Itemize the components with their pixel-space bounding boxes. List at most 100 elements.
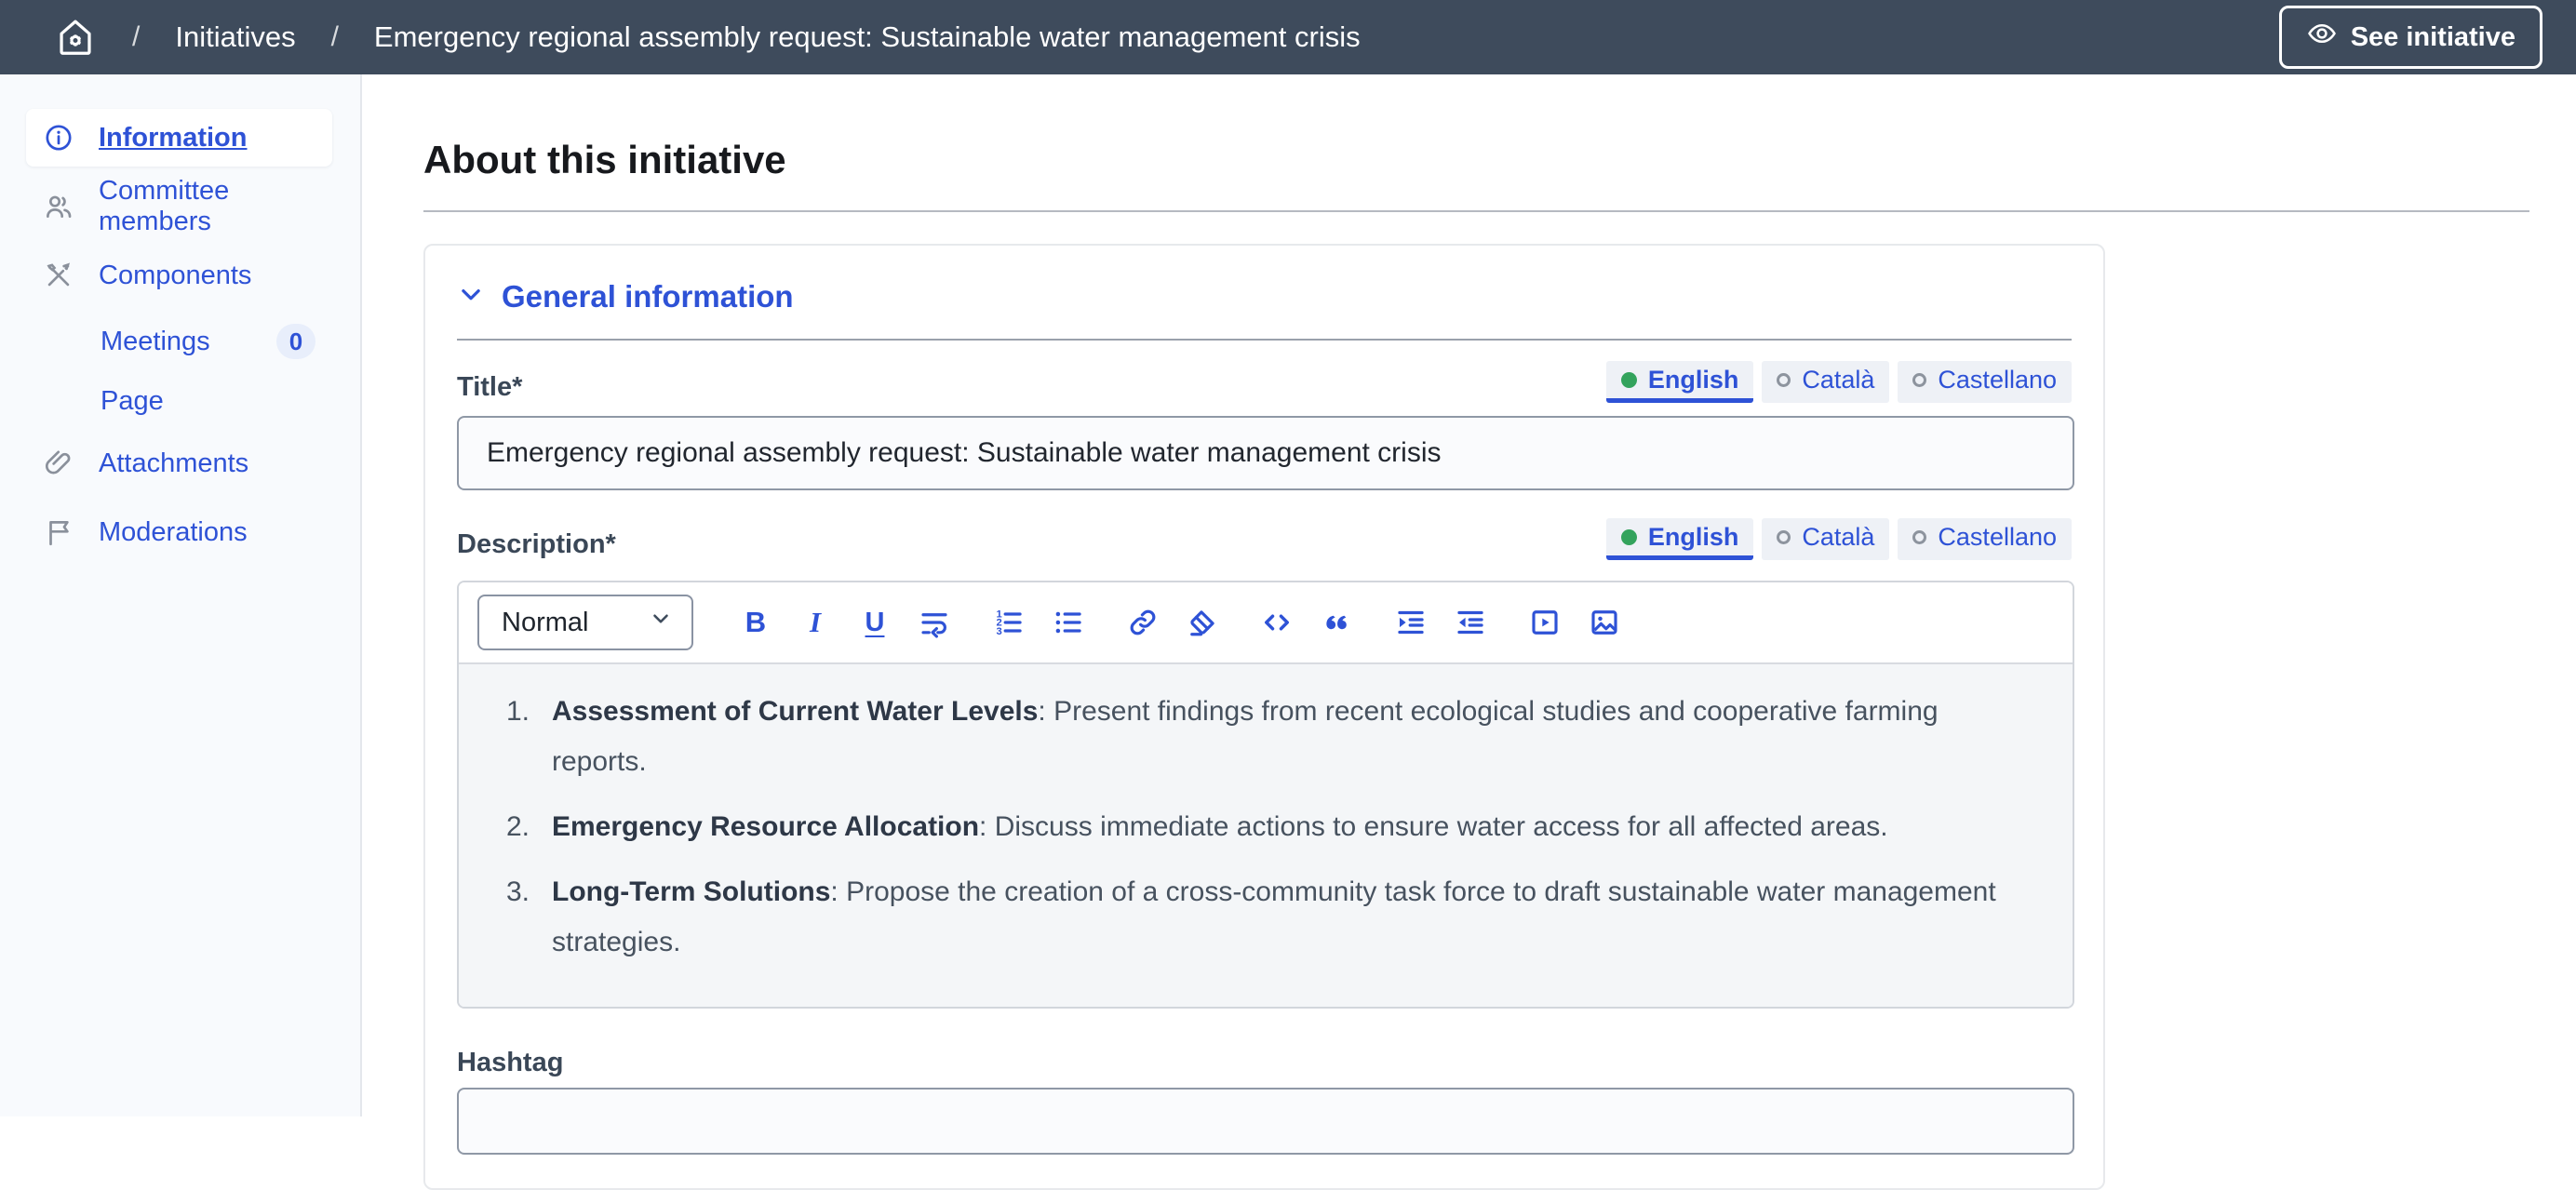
description-field-row: Description* English Català Castellano xyxy=(457,518,2072,560)
eye-icon xyxy=(2306,18,2338,57)
bold-icon[interactable]: B xyxy=(734,601,777,644)
page-title: About this initiative xyxy=(423,140,2529,181)
lang-tab-catala[interactable]: Català xyxy=(1762,361,1889,403)
lang-tab-label: Català xyxy=(1802,523,1874,552)
sidebar-item-information[interactable]: Information xyxy=(26,109,332,167)
attachment-icon xyxy=(43,448,74,479)
unordered-list-icon[interactable] xyxy=(1047,601,1090,644)
list-item-bold-text: Assessment of Current Water Levels xyxy=(552,696,1038,727)
sidebar-item-label: Attachments xyxy=(99,448,248,479)
list-item: 3. Long-Term Solutions: Propose the crea… xyxy=(459,867,2035,968)
chevron-down-icon xyxy=(457,281,485,314)
committee-members-icon xyxy=(43,191,74,222)
svg-text:3: 3 xyxy=(997,626,1002,637)
hashtag-label: Hashtag xyxy=(457,1048,2072,1078)
list-item-bold-text: Long-Term Solutions xyxy=(552,876,830,907)
sidebar-item-label: Meetings xyxy=(101,327,210,357)
paragraph-style-select[interactable]: Normal xyxy=(477,595,693,650)
see-initiative-button[interactable]: See initiative xyxy=(2279,6,2542,69)
image-icon[interactable] xyxy=(1583,601,1626,644)
lang-tab-label: English xyxy=(1648,523,1739,552)
sidebar-item-label: Components xyxy=(99,261,251,291)
indent-decrease-icon[interactable] xyxy=(1449,601,1492,644)
sidebar: Information Committee members Components xyxy=(0,74,362,1116)
editor-content-area[interactable]: 1. Assessment of Current Water Levels: P… xyxy=(459,664,2073,1007)
breadcrumb-separator: / xyxy=(132,21,140,53)
information-icon xyxy=(43,122,74,154)
general-information-card: General information Title* English Catal… xyxy=(423,244,2105,1190)
breadcrumb-initiatives-link[interactable]: Initiatives xyxy=(175,20,295,54)
list-item-bold-text: Emergency Resource Allocation xyxy=(552,811,979,842)
video-embed-icon[interactable] xyxy=(1523,601,1566,644)
editor-toolbar: Normal B I U xyxy=(459,582,2073,664)
indent-increase-icon[interactable] xyxy=(1389,601,1432,644)
italic-icon[interactable]: I xyxy=(794,601,837,644)
empty-language-circle-icon xyxy=(1777,530,1791,544)
sidebar-item-moderations[interactable]: Moderations xyxy=(26,503,332,561)
code-icon[interactable] xyxy=(1255,601,1298,644)
underline-icon[interactable]: U xyxy=(853,601,896,644)
toolbar-group-text-style: B I U xyxy=(734,601,956,644)
ordered-list-icon[interactable]: 1 2 3 xyxy=(987,601,1030,644)
lang-tab-label: Castellano xyxy=(1938,523,2057,552)
sidebar-item-label: Page xyxy=(101,386,164,417)
empty-language-circle-icon xyxy=(1912,530,1926,544)
chevron-down-icon xyxy=(649,607,673,638)
hashtag-input[interactable] xyxy=(457,1088,2074,1155)
home-gear-icon[interactable] xyxy=(54,16,97,59)
list-item: 2. Emergency Resource Allocation: Discus… xyxy=(459,802,2035,852)
clear-format-eraser-icon[interactable] xyxy=(1181,601,1224,644)
title-language-tabs: English Català Castellano xyxy=(1606,361,2072,403)
title-label: Title* xyxy=(457,372,522,403)
meetings-count-badge: 0 xyxy=(276,324,315,359)
list-item: 1. Assessment of Current Water Levels: P… xyxy=(459,687,2035,787)
empty-language-circle-icon xyxy=(1777,373,1791,387)
toolbar-group-indent xyxy=(1389,601,1492,644)
filled-language-dot-icon xyxy=(1621,529,1637,545)
lang-tab-english[interactable]: English xyxy=(1606,361,1754,403)
list-item-number: 3. xyxy=(459,867,530,968)
lang-tab-label: Castellano xyxy=(1938,366,2057,394)
list-item-number: 2. xyxy=(459,802,530,852)
sidebar-item-committee-members[interactable]: Committee members xyxy=(26,178,332,235)
general-information-toggle[interactable]: General information xyxy=(457,275,2072,318)
sidebar-item-label: Information xyxy=(99,123,248,154)
section-title: General information xyxy=(502,279,794,314)
lang-tab-label: English xyxy=(1648,366,1739,394)
description-rich-text-editor: Normal B I U xyxy=(457,581,2074,1009)
title-input[interactable] xyxy=(457,416,2074,490)
toolbar-group-link xyxy=(1121,601,1224,644)
moderation-flag-icon xyxy=(43,516,74,548)
section-divider xyxy=(457,339,2072,341)
lang-tab-catala[interactable]: Català xyxy=(1762,518,1889,560)
sidebar-item-page[interactable]: Page xyxy=(26,375,332,427)
admin-topbar: / Initiatives / Emergency regional assem… xyxy=(0,0,2576,74)
main-content: About this initiative General informatio… xyxy=(362,74,2576,1116)
list-item-text: : Discuss immediate actions to ensure wa… xyxy=(979,811,1888,842)
lang-tab-castellano[interactable]: Castellano xyxy=(1898,518,2072,560)
filled-language-dot-icon xyxy=(1621,372,1637,388)
description-label: Description* xyxy=(457,529,616,560)
toolbar-group-media xyxy=(1523,601,1626,644)
lang-tab-english[interactable]: English xyxy=(1606,518,1754,560)
lang-tab-castellano[interactable]: Castellano xyxy=(1898,361,2072,403)
breadcrumb: / Initiatives / Emergency regional assem… xyxy=(54,16,1361,59)
breadcrumb-separator: / xyxy=(331,21,339,53)
heading-divider xyxy=(423,210,2529,212)
sidebar-item-components[interactable]: Components xyxy=(26,247,332,304)
empty-language-circle-icon xyxy=(1912,373,1926,387)
sidebar-item-attachments[interactable]: Attachments xyxy=(26,435,332,492)
description-language-tabs: English Català Castellano xyxy=(1606,518,2072,560)
components-icon xyxy=(43,260,74,291)
see-initiative-label: See initiative xyxy=(2351,22,2516,53)
toolbar-group-lists: 1 2 3 xyxy=(987,601,1090,644)
toolbar-group-blocks xyxy=(1255,601,1358,644)
sidebar-item-label: Moderations xyxy=(99,517,248,548)
list-item-number: 1. xyxy=(459,687,530,787)
blockquote-icon[interactable] xyxy=(1315,601,1358,644)
sidebar-item-meetings[interactable]: Meetings 0 xyxy=(26,315,332,368)
text-wrap-icon[interactable] xyxy=(913,601,956,644)
title-field-row: Title* English Català Castellano xyxy=(457,361,2072,403)
link-icon[interactable] xyxy=(1121,601,1164,644)
breadcrumb-current-page[interactable]: Emergency regional assembly request: Sus… xyxy=(374,20,1361,54)
